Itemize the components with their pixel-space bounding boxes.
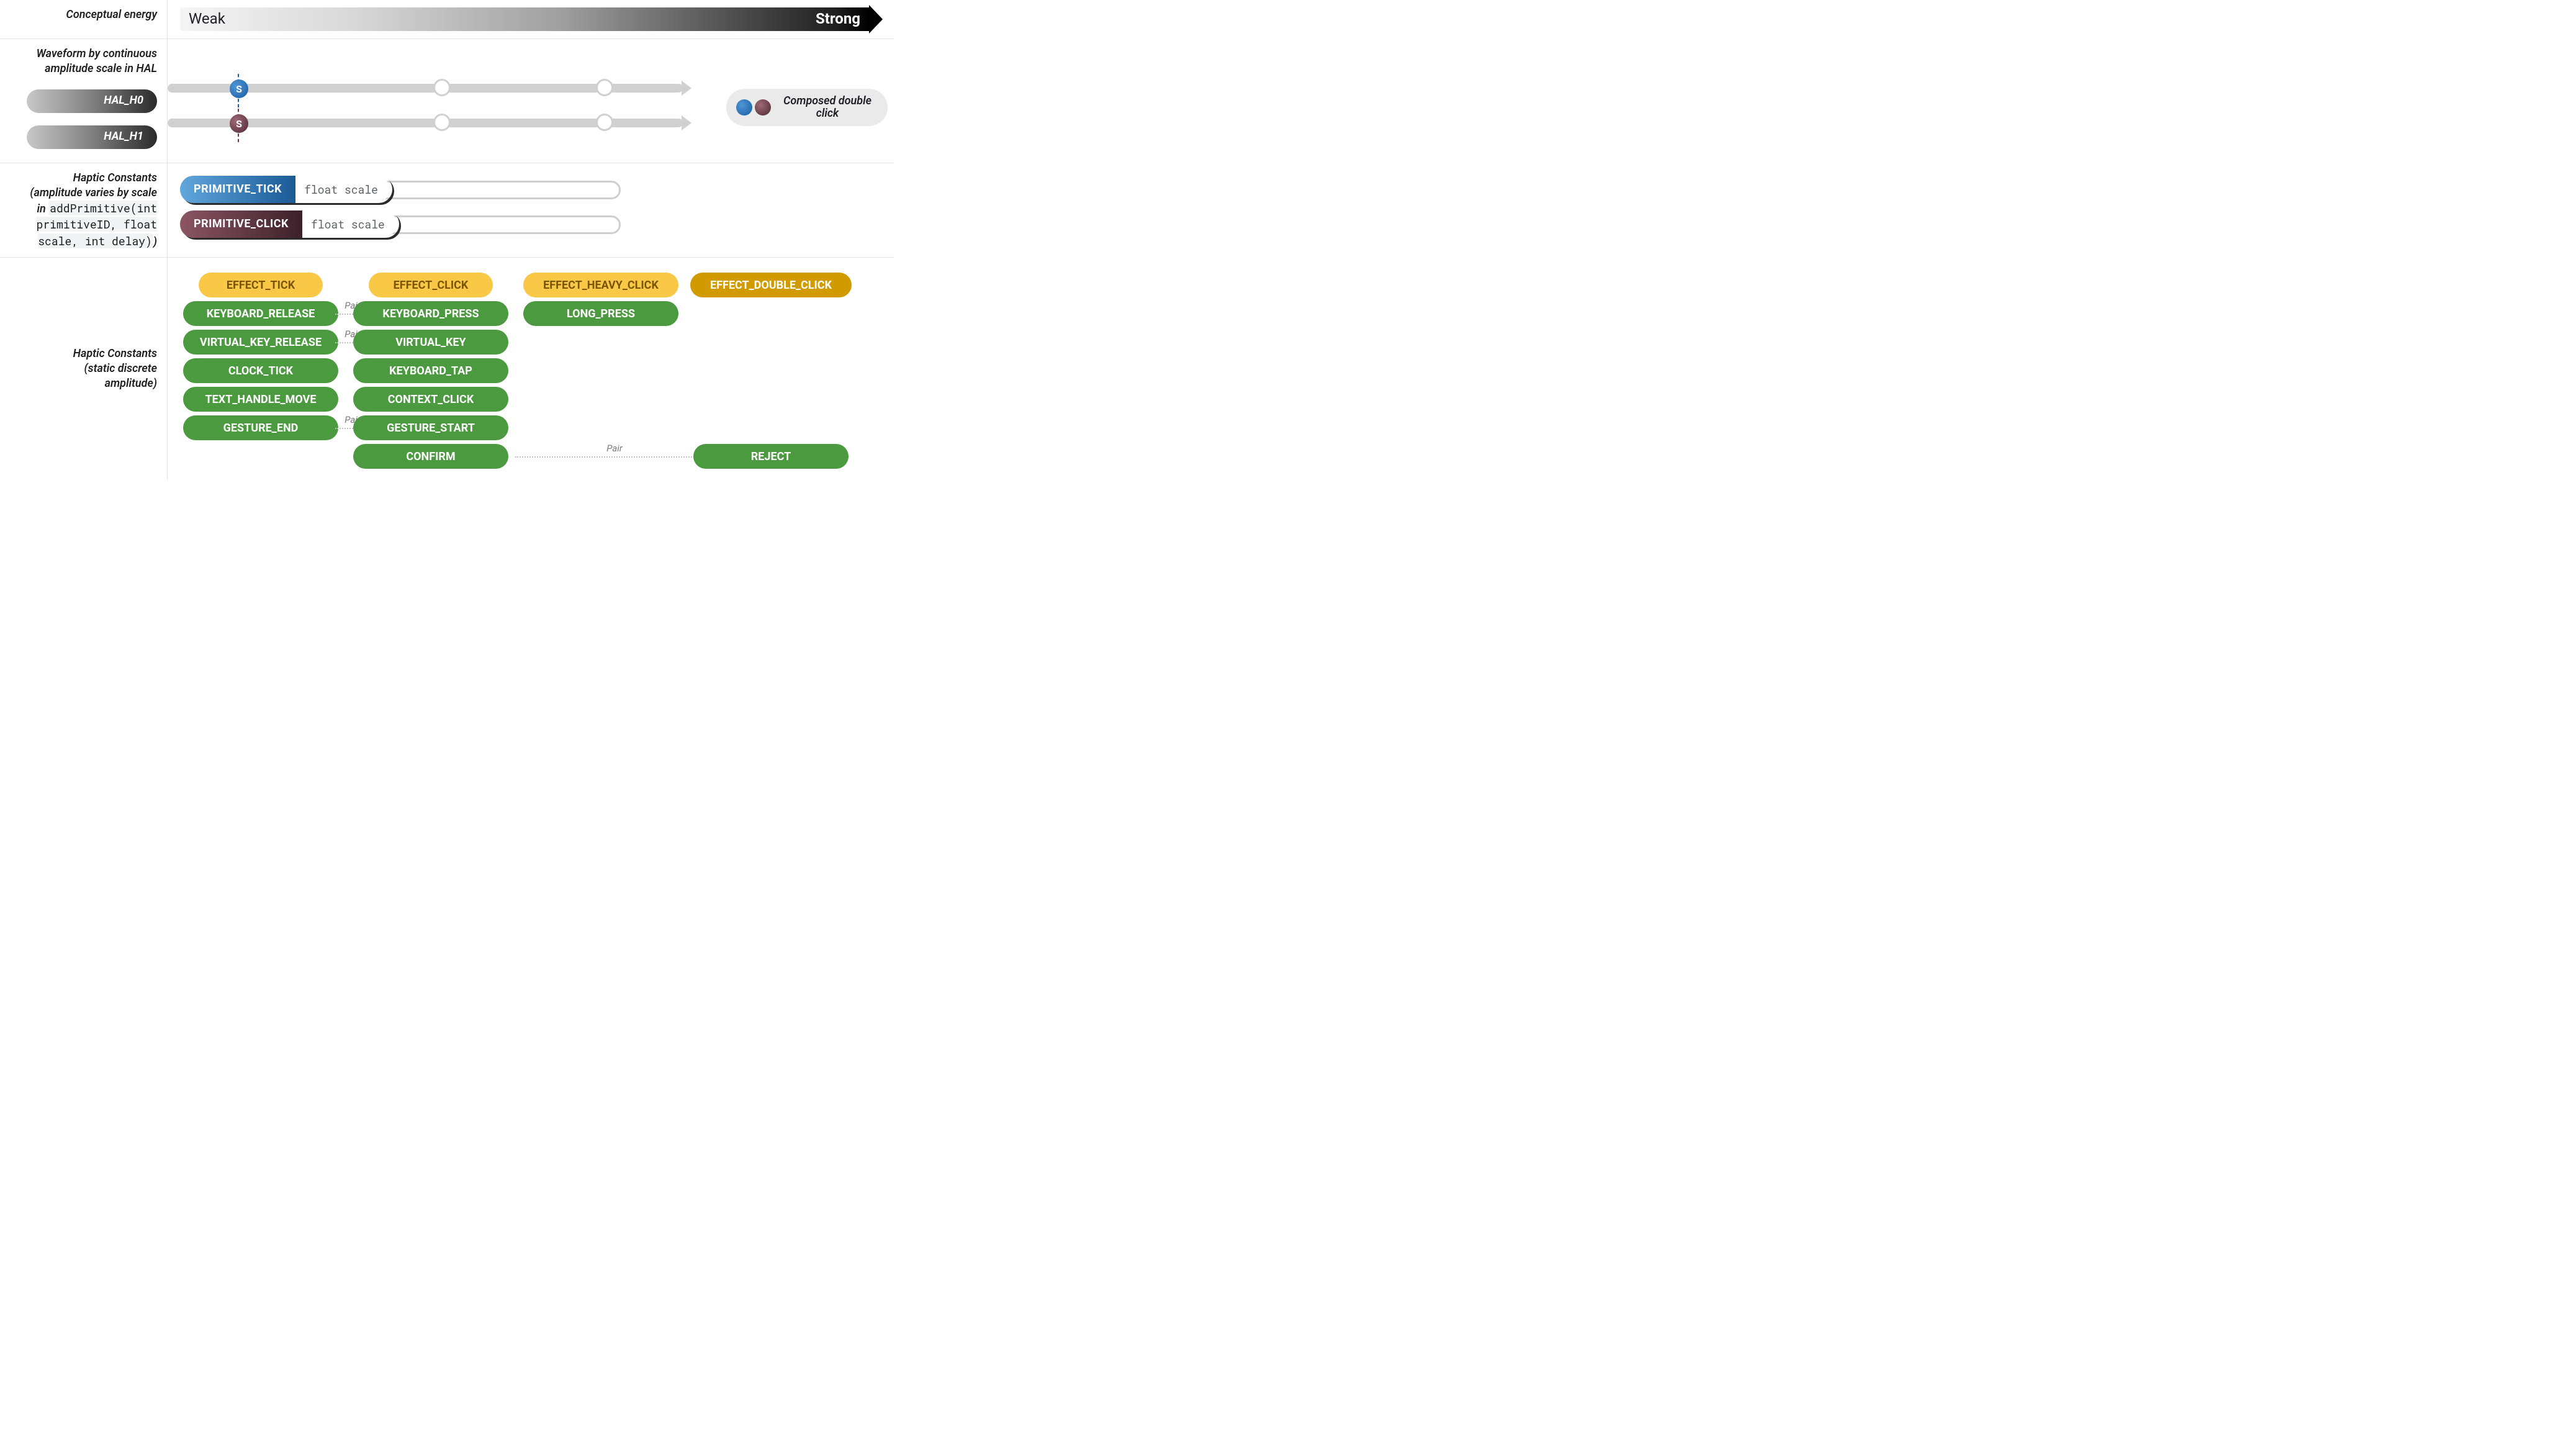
pair-connector-6 bbox=[515, 456, 714, 458]
label-static-constants: Haptic Constants (static discrete amplit… bbox=[0, 258, 168, 480]
primitive-tick-scale: float scale bbox=[295, 178, 390, 201]
hal-h1-pill: HAL_H1 bbox=[27, 125, 157, 149]
const-reject: REJECT bbox=[693, 444, 849, 469]
hal-h1-dot-right bbox=[596, 114, 613, 131]
const-virtual-key: VIRTUAL_KEY bbox=[353, 330, 508, 355]
hal-h0-s-marker: S bbox=[230, 79, 248, 98]
code-addprimitive: addPrimitive(int primitiveID, float scal… bbox=[37, 201, 157, 248]
label-primitives: Haptic Constants (amplitude varies by sc… bbox=[0, 163, 168, 257]
maroon-dot-icon bbox=[755, 99, 771, 115]
hal-h0-pill: HAL_H0 bbox=[27, 89, 157, 113]
primitive-click-row: PRIMITIVE_CLICK float scale bbox=[180, 210, 881, 240]
composed-label: Composed double click bbox=[777, 95, 878, 120]
const-gesture-start: GESTURE_START bbox=[353, 415, 508, 440]
row-primitives: Haptic Constants (amplitude varies by sc… bbox=[0, 163, 894, 257]
green-row-1: KEYBOARD_RELEASE Pair KEYBOARD_PRESS LON… bbox=[180, 301, 881, 326]
primitive-click-label: PRIMITIVE_CLICK bbox=[180, 210, 302, 238]
haptics-energy-diagram: Conceptual energy Weak Strong Waveform b… bbox=[0, 0, 894, 480]
hal-h1-tick2 bbox=[238, 133, 239, 142]
effect-heavy-click: EFFECT_HEAVY_CLICK bbox=[523, 273, 678, 297]
green-row-6: CONFIRM Pair REJECT bbox=[180, 444, 881, 469]
green-row-2: VIRTUAL_KEY_RELEASE Pair VIRTUAL_KEY bbox=[180, 330, 881, 355]
const-gesture-end: GESTURE_END bbox=[183, 415, 338, 440]
const-keyboard-release: KEYBOARD_RELEASE bbox=[183, 301, 338, 326]
green-row-3: CLOCK_TICK KEYBOARD_TAP bbox=[180, 358, 881, 383]
label-conceptual-energy: Conceptual energy bbox=[0, 0, 168, 38]
row-static-constants: Haptic Constants (static discrete amplit… bbox=[0, 257, 894, 480]
blue-dot-icon bbox=[736, 99, 752, 115]
const-keyboard-press: KEYBOARD_PRESS bbox=[353, 301, 508, 326]
primitive-click-pill: PRIMITIVE_CLICK float scale bbox=[180, 210, 399, 238]
row-waveform-hal: Waveform by continuous amplitude scale i… bbox=[0, 38, 894, 163]
green-row-5: GESTURE_END Pair GESTURE_START bbox=[180, 415, 881, 440]
primitive-tick-pill: PRIMITIVE_TICK float scale bbox=[180, 176, 392, 203]
composed-double-click-badge: Composed double click bbox=[726, 89, 888, 126]
const-context-click: CONTEXT_CLICK bbox=[353, 387, 508, 412]
effect-click: EFFECT_CLICK bbox=[369, 273, 493, 297]
hal-h0-dot-mid bbox=[433, 79, 451, 96]
energy-gradient-arrow: Weak Strong bbox=[180, 7, 869, 31]
label-waveform: Waveform by continuous amplitude scale i… bbox=[0, 39, 168, 163]
const-clock-tick: CLOCK_TICK bbox=[183, 358, 338, 383]
primitive-tick-label: PRIMITIVE_TICK bbox=[180, 176, 295, 203]
hal-h1-dot-mid bbox=[433, 114, 451, 131]
primitive-click-scale: float scale bbox=[302, 212, 397, 236]
effect-double-click: EFFECT_DOUBLE_CLICK bbox=[690, 273, 852, 297]
green-row-4: TEXT_HANDLE_MOVE CONTEXT_CLICK bbox=[180, 387, 881, 412]
energy-strong-label: Strong bbox=[816, 10, 860, 27]
primitive-tick-row: PRIMITIVE_TICK float scale bbox=[180, 176, 881, 206]
hal-h0-tick2 bbox=[238, 99, 239, 107]
const-keyboard-tap: KEYBOARD_TAP bbox=[353, 358, 508, 383]
dot-pair-icon bbox=[736, 99, 771, 115]
row-conceptual-energy: Conceptual energy Weak Strong bbox=[0, 0, 894, 38]
const-text-handle-move: TEXT_HANDLE_MOVE bbox=[183, 387, 338, 412]
effect-tick: EFFECT_TICK bbox=[199, 273, 323, 297]
effects-row: EFFECT_TICK EFFECT_CLICK EFFECT_HEAVY_CL… bbox=[180, 273, 881, 297]
hal-h1-s-marker: S bbox=[230, 114, 248, 133]
const-long-press: LONG_PRESS bbox=[523, 301, 678, 326]
hal-h0-dot-right bbox=[596, 79, 613, 96]
const-virtual-key-release: VIRTUAL_KEY_RELEASE bbox=[183, 330, 338, 355]
const-confirm: CONFIRM bbox=[353, 444, 508, 469]
energy-weak-label: Weak bbox=[189, 10, 225, 27]
pair-label-6: Pair bbox=[604, 443, 624, 454]
